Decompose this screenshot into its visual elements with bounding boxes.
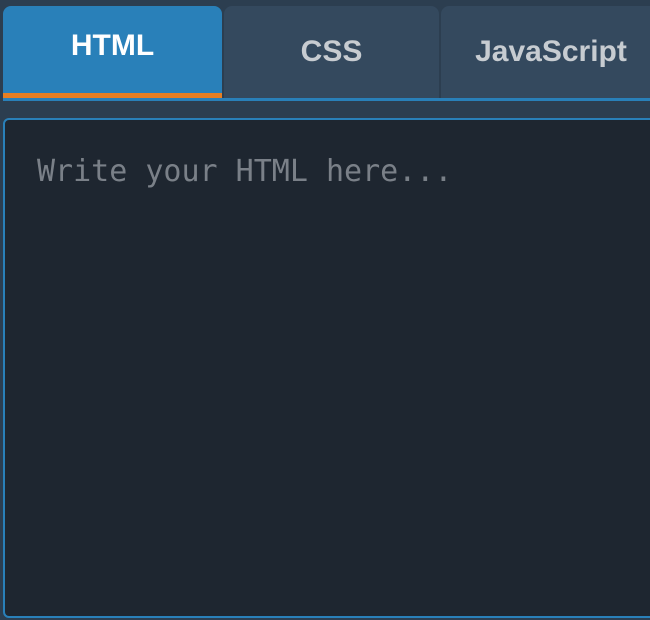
tab-html-label: HTML bbox=[70, 28, 155, 62]
tab-javascript[interactable]: JavaScript bbox=[441, 6, 650, 98]
tab-css[interactable]: CSS bbox=[224, 6, 439, 98]
html-code-input[interactable] bbox=[3, 118, 650, 618]
tab-html[interactable]: HTML bbox=[3, 6, 222, 98]
tab-bar-divider bbox=[3, 98, 650, 101]
language-tab-bar: HTML CSS JavaScript bbox=[3, 6, 650, 98]
tab-javascript-label: JavaScript bbox=[475, 35, 627, 68]
tab-css-label: CSS bbox=[300, 35, 363, 68]
code-editor-app: HTML CSS JavaScript bbox=[0, 0, 650, 620]
